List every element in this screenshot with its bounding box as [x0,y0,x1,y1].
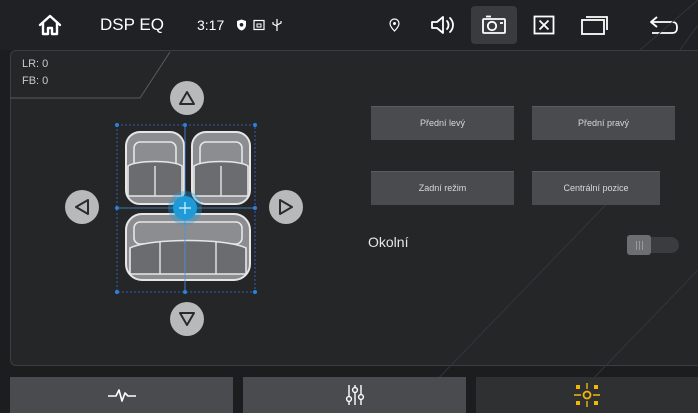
coordinate-readout: LR: 0 FB: 0 [10,50,170,98]
front-left-button[interactable]: Přední levý [371,106,514,140]
seat-map[interactable] [110,118,265,298]
front-right-button[interactable]: Přední pravý [532,106,675,140]
tab-sound-field[interactable] [476,377,698,413]
move-right-button[interactable] [269,190,303,224]
front-left-seat [125,131,185,205]
rear-mode-button[interactable]: Zadní režim [371,171,514,205]
move-down-button[interactable] [170,302,204,336]
lr-value: LR: 0 [22,58,49,70]
tab-sliders[interactable] [243,377,466,413]
move-left-button[interactable] [65,190,99,224]
sliders-icon [345,385,364,405]
arrow-left-icon [75,199,89,215]
front-right-seat [191,131,251,205]
toggle-knob [627,235,651,255]
center-position-button[interactable]: Centrální pozice [532,171,660,205]
fb-value: FB: 0 [22,75,49,87]
waveform-icon [107,389,136,402]
app-frame: DSP EQ 3:17 LR: 0 FB: 0 Přední levý Před… [0,0,698,413]
surround-toggle[interactable] [627,235,679,255]
sound-field-icon [574,383,600,407]
listening-position-marker[interactable] [168,191,202,225]
arrow-down-icon [179,312,195,326]
arrow-up-icon [179,91,195,105]
move-up-button[interactable] [170,81,204,115]
surround-label: Okolní [368,234,409,250]
arrow-right-icon [279,199,293,215]
tab-equalizer[interactable] [10,377,233,413]
